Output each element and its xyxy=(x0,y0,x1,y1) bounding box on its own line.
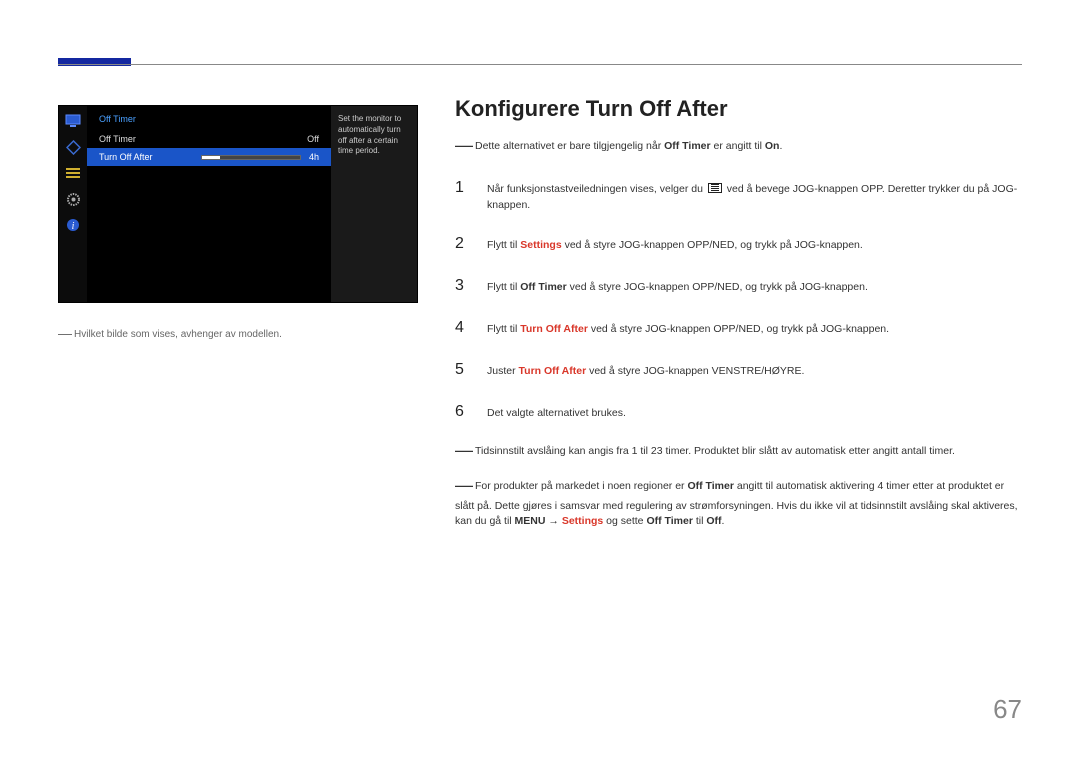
footnote-2: ―For produkter på markedet i noen region… xyxy=(455,472,1022,531)
left-column: i Off Timer Off Timer Off Turn Off After… xyxy=(58,105,418,341)
osd-row-turn-off-after: Turn Off After 4h xyxy=(87,148,331,166)
info-icon: i xyxy=(64,216,82,234)
step-5: 5 Juster Turn Off After ved å styre JOG-… xyxy=(455,349,1022,391)
intro-note: ―Dette alternativet er bare tilgjengelig… xyxy=(455,132,1022,159)
page-heading: Konfigurere Turn Off After xyxy=(455,96,1022,122)
gear-icon xyxy=(64,190,82,208)
steps-list: 1 Når funksjonstastveiledningen vises, v… xyxy=(455,167,1022,433)
menu-icon xyxy=(708,183,722,193)
osd-main-panel: Off Timer Off Timer Off Turn Off After 4… xyxy=(87,106,331,302)
osd-row-label: Off Timer xyxy=(99,134,136,144)
osd-screenshot: i Off Timer Off Timer Off Turn Off After… xyxy=(58,105,418,303)
step-6: 6 Det valgte alternativet brukes. xyxy=(455,391,1022,433)
step-4: 4 Flytt til Turn Off After ved å styre J… xyxy=(455,307,1022,349)
header-divider xyxy=(58,64,1022,65)
osd-row-off-timer: Off Timer Off xyxy=(87,130,331,148)
step-1: 1 Når funksjonstastveiledningen vises, v… xyxy=(455,167,1022,223)
content-column: Konfigurere Turn Off After ―Dette altern… xyxy=(455,96,1022,538)
osd-row-label: Turn Off After xyxy=(99,152,153,162)
osd-row-value: 4h xyxy=(309,152,319,162)
step-3: 3 Flytt til Off Timer ved å styre JOG-kn… xyxy=(455,265,1022,307)
footnote-1: ―Tidsinnstilt avslåing kan angis fra 1 t… xyxy=(455,437,1022,464)
osd-help-panel: Set the monitor to automatically turn of… xyxy=(331,106,417,302)
picture-icon xyxy=(64,138,82,156)
screenshot-caption: ―Hvilket bilde som vises, avhenger av mo… xyxy=(58,325,418,341)
page-number: 67 xyxy=(993,694,1022,725)
osd-sidebar: i xyxy=(59,106,87,302)
menu-bars-icon xyxy=(64,164,82,182)
monitor-icon xyxy=(64,112,82,130)
step-2: 2 Flytt til Settings ved å styre JOG-kna… xyxy=(455,223,1022,265)
osd-slider xyxy=(201,155,301,160)
osd-panel-title: Off Timer xyxy=(87,112,331,130)
svg-text:i: i xyxy=(72,221,75,232)
footnotes: ―Tidsinnstilt avslåing kan angis fra 1 t… xyxy=(455,437,1022,531)
osd-row-value: Off xyxy=(307,134,319,144)
